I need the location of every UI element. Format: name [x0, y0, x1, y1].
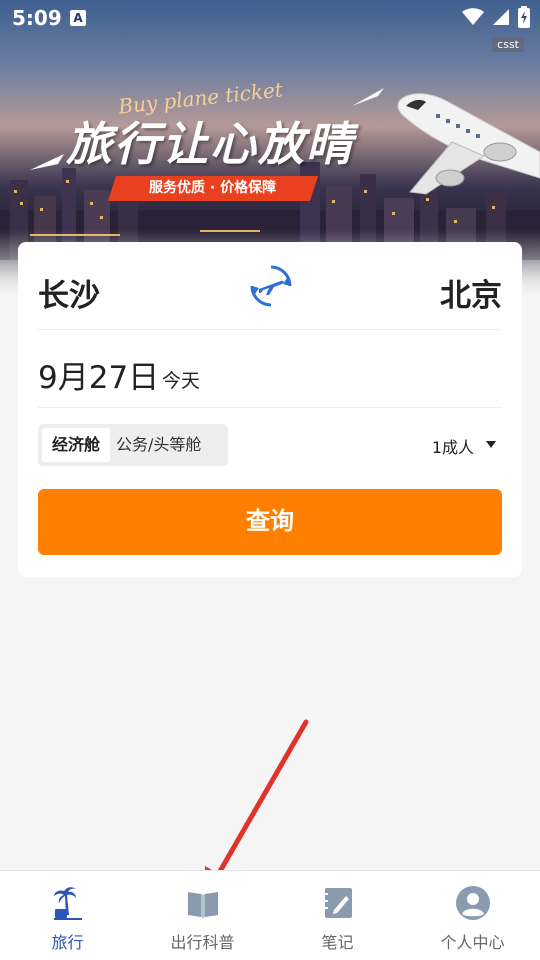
departure-date[interactable]: 9月27日: [38, 352, 159, 397]
banner-badge: csst: [492, 37, 524, 52]
arrival-city[interactable]: 北京: [440, 270, 502, 315]
tab-label: 个人中心: [440, 933, 505, 952]
wifi-icon: [462, 8, 484, 25]
passenger-selector[interactable]: 1成人: [432, 434, 474, 458]
decorative-stroke-left: [30, 154, 64, 170]
cabin-business-option[interactable]: 公务/头等舱: [116, 428, 201, 462]
cabin-economy-option[interactable]: 经济舱: [42, 428, 110, 462]
status-bar: 5:09 A: [0, 0, 540, 38]
date-relative-label: 今天: [162, 370, 201, 392]
departure-city[interactable]: 长沙: [38, 270, 100, 315]
date-row[interactable]: 9月27日 今天: [38, 330, 502, 408]
tab-label: 出行科普: [170, 933, 235, 952]
signal-icon: [493, 9, 509, 25]
tab-label: 旅行: [51, 933, 84, 952]
tab-travel-tips[interactable]: 出行科普: [135, 871, 270, 960]
cabin-row: 经济舱 公务/头等舱 1成人: [38, 424, 502, 466]
notification-icon: A: [70, 10, 86, 26]
battery-charging-icon: [518, 6, 530, 28]
flight-search-card: 长沙 北京 9月27日 今天 经济舱 公务/头等舱 1成人 查询: [18, 242, 522, 577]
status-time: 5:09: [12, 6, 62, 30]
banner-slogan: 旅行让心放晴: [66, 117, 354, 171]
cabin-class-toggle: 经济舱 公务/头等舱: [38, 424, 228, 466]
tab-label: 笔记: [321, 933, 354, 952]
city-row: 长沙 北京: [38, 262, 502, 330]
airplane-image: [397, 93, 540, 195]
tab-travel[interactable]: 旅行: [0, 871, 135, 960]
user-icon: [455, 886, 490, 920]
notebook-pen-icon: [322, 888, 352, 918]
book-icon: [187, 892, 218, 918]
decorative-stroke-right: [352, 88, 384, 106]
tab-profile[interactable]: 个人中心: [405, 871, 540, 960]
bottom-tab-bar: 旅行 出行科普 笔记 个人中心: [0, 870, 540, 960]
plane-swap-icon[interactable]: [249, 264, 293, 308]
tagline-text: 服务优质 · 价格保障: [149, 180, 277, 196]
tab-notes[interactable]: 笔记: [270, 871, 405, 960]
dropdown-arrow-icon[interactable]: [486, 441, 496, 448]
palm-tree-suitcase-icon: [53, 887, 82, 920]
search-button[interactable]: 查询: [38, 489, 502, 555]
banner-tagline: 服务优质 · 价格保障: [107, 176, 319, 201]
